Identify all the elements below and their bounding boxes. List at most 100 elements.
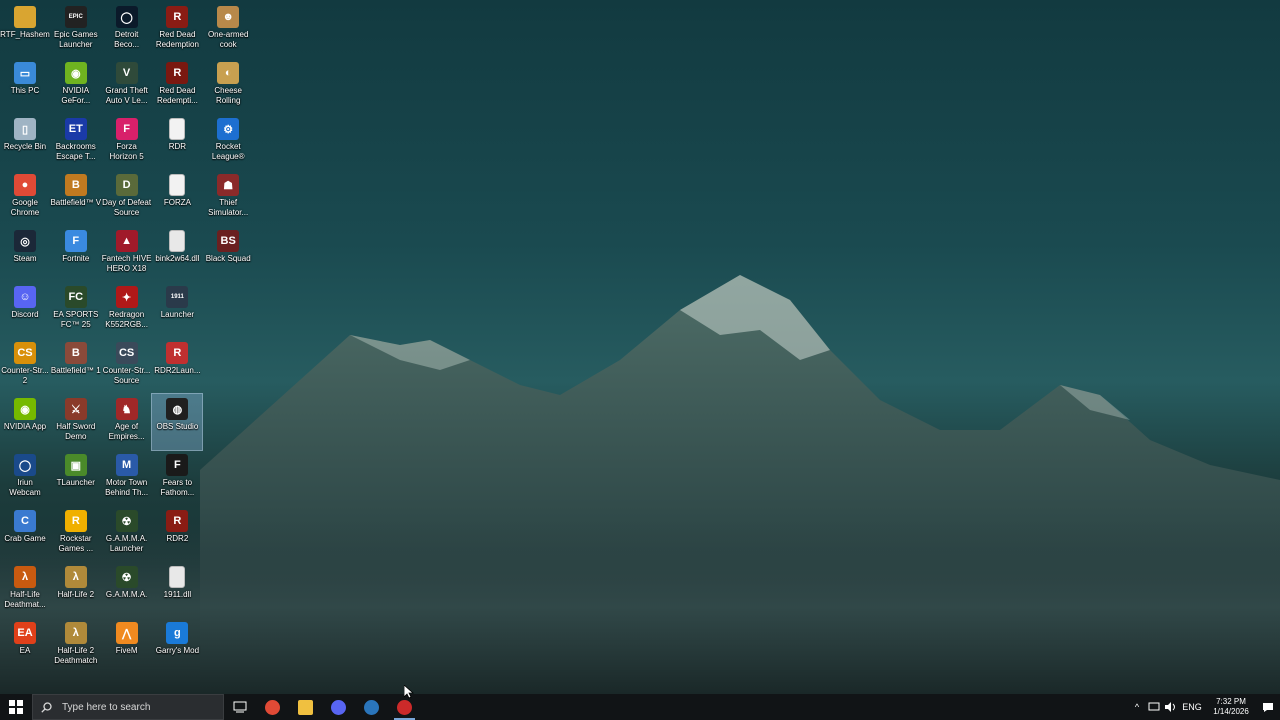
nvidia-icon: ◉ xyxy=(64,62,87,84)
clock[interactable]: 7:32 PM 1/14/2026 xyxy=(1206,694,1256,720)
desktop-shortcut[interactable]: B Battlefield™ 1 xyxy=(51,338,101,394)
desktop-shortcut-label: RTF_Hashem xyxy=(0,30,50,39)
desktop-shortcut[interactable]: R RDR2 xyxy=(152,506,202,562)
battlefield-1-icon: B xyxy=(64,342,87,364)
language-indicator[interactable]: ENG xyxy=(1178,694,1206,720)
file-explorer-taskbar-button[interactable] xyxy=(289,694,322,720)
taskbar: Type here to search ^ ENG 7:32 PM 1/14/2… xyxy=(0,694,1280,720)
desktop-shortcut[interactable]: λ Half-Life Deathmat... xyxy=(0,562,50,618)
desktop-shortcut[interactable]: ● Google Chrome xyxy=(0,170,50,226)
desktop-shortcut[interactable]: ⋀ FiveM xyxy=(102,618,152,674)
steam-icon: ◎ xyxy=(14,230,36,252)
taskbar-search-box[interactable]: Type here to search xyxy=(32,694,224,720)
desktop-shortcut[interactable]: ▭ This PC xyxy=(0,58,50,114)
desktop-shortcut[interactable]: R Red Dead Redempti... xyxy=(152,58,202,114)
desktop-shortcut[interactable]: ▲ Fantech HIVE HERO X18 xyxy=(102,226,152,282)
desktop-shortcut[interactable]: ☢ G.A.M.M.A. Launcher xyxy=(102,506,152,562)
discord-icon: ☺ xyxy=(14,286,36,308)
desktop-shortcut-label: Thief Simulator... xyxy=(208,198,249,217)
steam-taskbar-button[interactable] xyxy=(355,694,388,720)
desktop-shortcut[interactable]: C Crab Game xyxy=(0,506,50,562)
desktop-shortcut[interactable]: ⚙ Rocket League® xyxy=(203,114,253,170)
network-button[interactable] xyxy=(1146,694,1162,720)
desktop-shortcut[interactable]: CS Counter-Str... Source xyxy=(102,338,152,394)
monitor-icon: ▭ xyxy=(14,62,36,84)
desktop-shortcut[interactable]: λ Half-Life 2 xyxy=(51,562,101,618)
desktop-shortcut[interactable]: CS Counter-Str... 2 xyxy=(0,338,50,394)
desktop-shortcut[interactable]: M Motor Town Behind Th... xyxy=(102,450,152,506)
taskbar-pinned-apps xyxy=(256,694,421,720)
desktop-shortcut[interactable]: ☺ Discord xyxy=(0,282,50,338)
desktop-shortcut[interactable]: F Fortnite xyxy=(51,226,101,282)
desktop-shortcut[interactable]: ◯ Iriun Webcam xyxy=(0,450,50,506)
desktop-shortcut[interactable]: EA EA xyxy=(0,618,50,674)
desktop-shortcut[interactable]: R Rockstar Games ... xyxy=(51,506,101,562)
desktop-shortcut[interactable]: F Forza Horizon 5 xyxy=(102,114,152,170)
desktop-shortcut[interactable]: ◐ Cheese Rolling xyxy=(203,58,253,114)
desktop-shortcut-label: Backrooms Escape T... xyxy=(55,142,96,161)
desktop-shortcut[interactable]: 1911.dll xyxy=(152,562,202,618)
desktop-shortcut[interactable]: ET Backrooms Escape T... xyxy=(51,114,101,170)
desktop-shortcut-label: Epic Games Launcher xyxy=(54,30,98,49)
desktop-shortcut-label: Red Dead Redemption xyxy=(155,30,199,49)
desktop-shortcut[interactable]: ☢ G.A.M.M.A. xyxy=(102,562,152,618)
chrome-taskbar-button[interactable] xyxy=(256,694,289,720)
document-icon xyxy=(169,118,186,140)
start-button[interactable] xyxy=(0,694,32,720)
desktop-shortcut-label: TLauncher xyxy=(56,478,95,487)
desktop-shortcut[interactable]: ◍ OBS Studio xyxy=(151,393,204,451)
desktop-shortcut[interactable]: FC EA SPORTS FC™ 25 xyxy=(51,282,101,338)
obs-icon: ◍ xyxy=(166,398,189,420)
crab-game-icon: C xyxy=(14,510,36,532)
desktop-shortcut[interactable]: R Red Dead Redemption xyxy=(152,2,202,58)
desktop-shortcut[interactable]: 1911 Launcher xyxy=(152,282,202,338)
desktop-shortcut[interactable]: RTF_Hashem xyxy=(0,2,50,58)
desktop-shortcut-label: Half Sword Demo xyxy=(56,422,96,441)
desktop-shortcut[interactable]: ◎ Steam xyxy=(0,226,50,282)
desktop[interactable]: RTF_Hashem EPIC Epic Games Launcher ◯ Detroi… xyxy=(0,0,1280,694)
desktop-shortcut[interactable]: λ Half-Life 2 Deathmatch xyxy=(51,618,101,674)
desktop-shortcut[interactable]: ▣ TLauncher xyxy=(51,450,101,506)
gamma-launcher-icon: ☢ xyxy=(115,510,138,532)
task-view-button[interactable] xyxy=(224,694,256,720)
volume-icon xyxy=(1165,702,1175,712)
tlauncher-icon: ▣ xyxy=(64,454,87,476)
desktop-shortcut[interactable]: ◉ NVIDIA GeFor... xyxy=(51,58,101,114)
desktop-shortcut[interactable]: ▯ Recycle Bin xyxy=(0,114,50,170)
desktop-shortcut[interactable]: ◉ NVIDIA App xyxy=(0,394,50,450)
fivem-icon: ⋀ xyxy=(115,622,138,644)
desktop-shortcut[interactable]: RDR xyxy=(152,114,202,170)
desktop-shortcut-label: Half-Life 2 xyxy=(57,590,95,599)
desktop-shortcut[interactable]: EPIC Epic Games Launcher xyxy=(51,2,101,58)
desktop-shortcut-label: Half-Life Deathmat... xyxy=(4,590,46,609)
desktop-shortcut[interactable]: FORZA xyxy=(152,170,202,226)
desktop-shortcut[interactable]: ☻ One-armed cook xyxy=(203,2,253,58)
half-life-2-icon: λ xyxy=(64,566,87,588)
epic-games-icon: EPIC xyxy=(64,6,87,28)
volume-button[interactable] xyxy=(1162,694,1178,720)
desktop-shortcut[interactable]: ☗ Thief Simulator... xyxy=(203,170,253,226)
desktop-shortcut-label: bink2w64.dll xyxy=(155,254,200,263)
desktop-shortcut-label: Age of Empires... xyxy=(108,422,145,441)
rdr-icon: R xyxy=(166,6,189,28)
notification-center-button[interactable] xyxy=(1256,694,1280,720)
desktop-shortcut[interactable]: V Grand Theft Auto V Le... xyxy=(102,58,152,114)
desktop-shortcut[interactable]: ◯ Detroit Beco... xyxy=(102,2,152,58)
desktop-shortcut[interactable]: ♞ Age of Empires... xyxy=(102,394,152,450)
desktop-shortcut[interactable]: B Battlefield™ V xyxy=(50,170,101,226)
desktop-shortcut[interactable]: F Fears to Fathom... xyxy=(152,450,202,506)
desktop-shortcut-label: One-armed cook xyxy=(207,30,249,49)
desktop-shortcut[interactable]: g Garry's Mod xyxy=(152,618,202,674)
folder-icon xyxy=(14,6,36,28)
desktop-shortcut[interactable]: bink2w64.dll xyxy=(152,226,202,282)
redragon-icon: ✦ xyxy=(115,286,138,308)
desktop-shortcut-label: Fears to Fathom... xyxy=(160,478,195,497)
desktop-shortcut-label: Rockstar Games ... xyxy=(58,534,94,553)
desktop-shortcut[interactable]: ⚔ Half Sword Demo xyxy=(51,394,101,450)
desktop-shortcut[interactable]: D Day of Defeat Source xyxy=(102,170,152,226)
show-hidden-icons-button[interactable]: ^ xyxy=(1128,694,1146,720)
desktop-shortcut[interactable]: ✦ Redragon K552RGB... xyxy=(102,282,152,338)
discord-taskbar-button[interactable] xyxy=(322,694,355,720)
desktop-shortcut[interactable]: BS Black Squad xyxy=(203,226,253,282)
desktop-shortcut[interactable]: R RDR2Laun... xyxy=(152,338,202,394)
